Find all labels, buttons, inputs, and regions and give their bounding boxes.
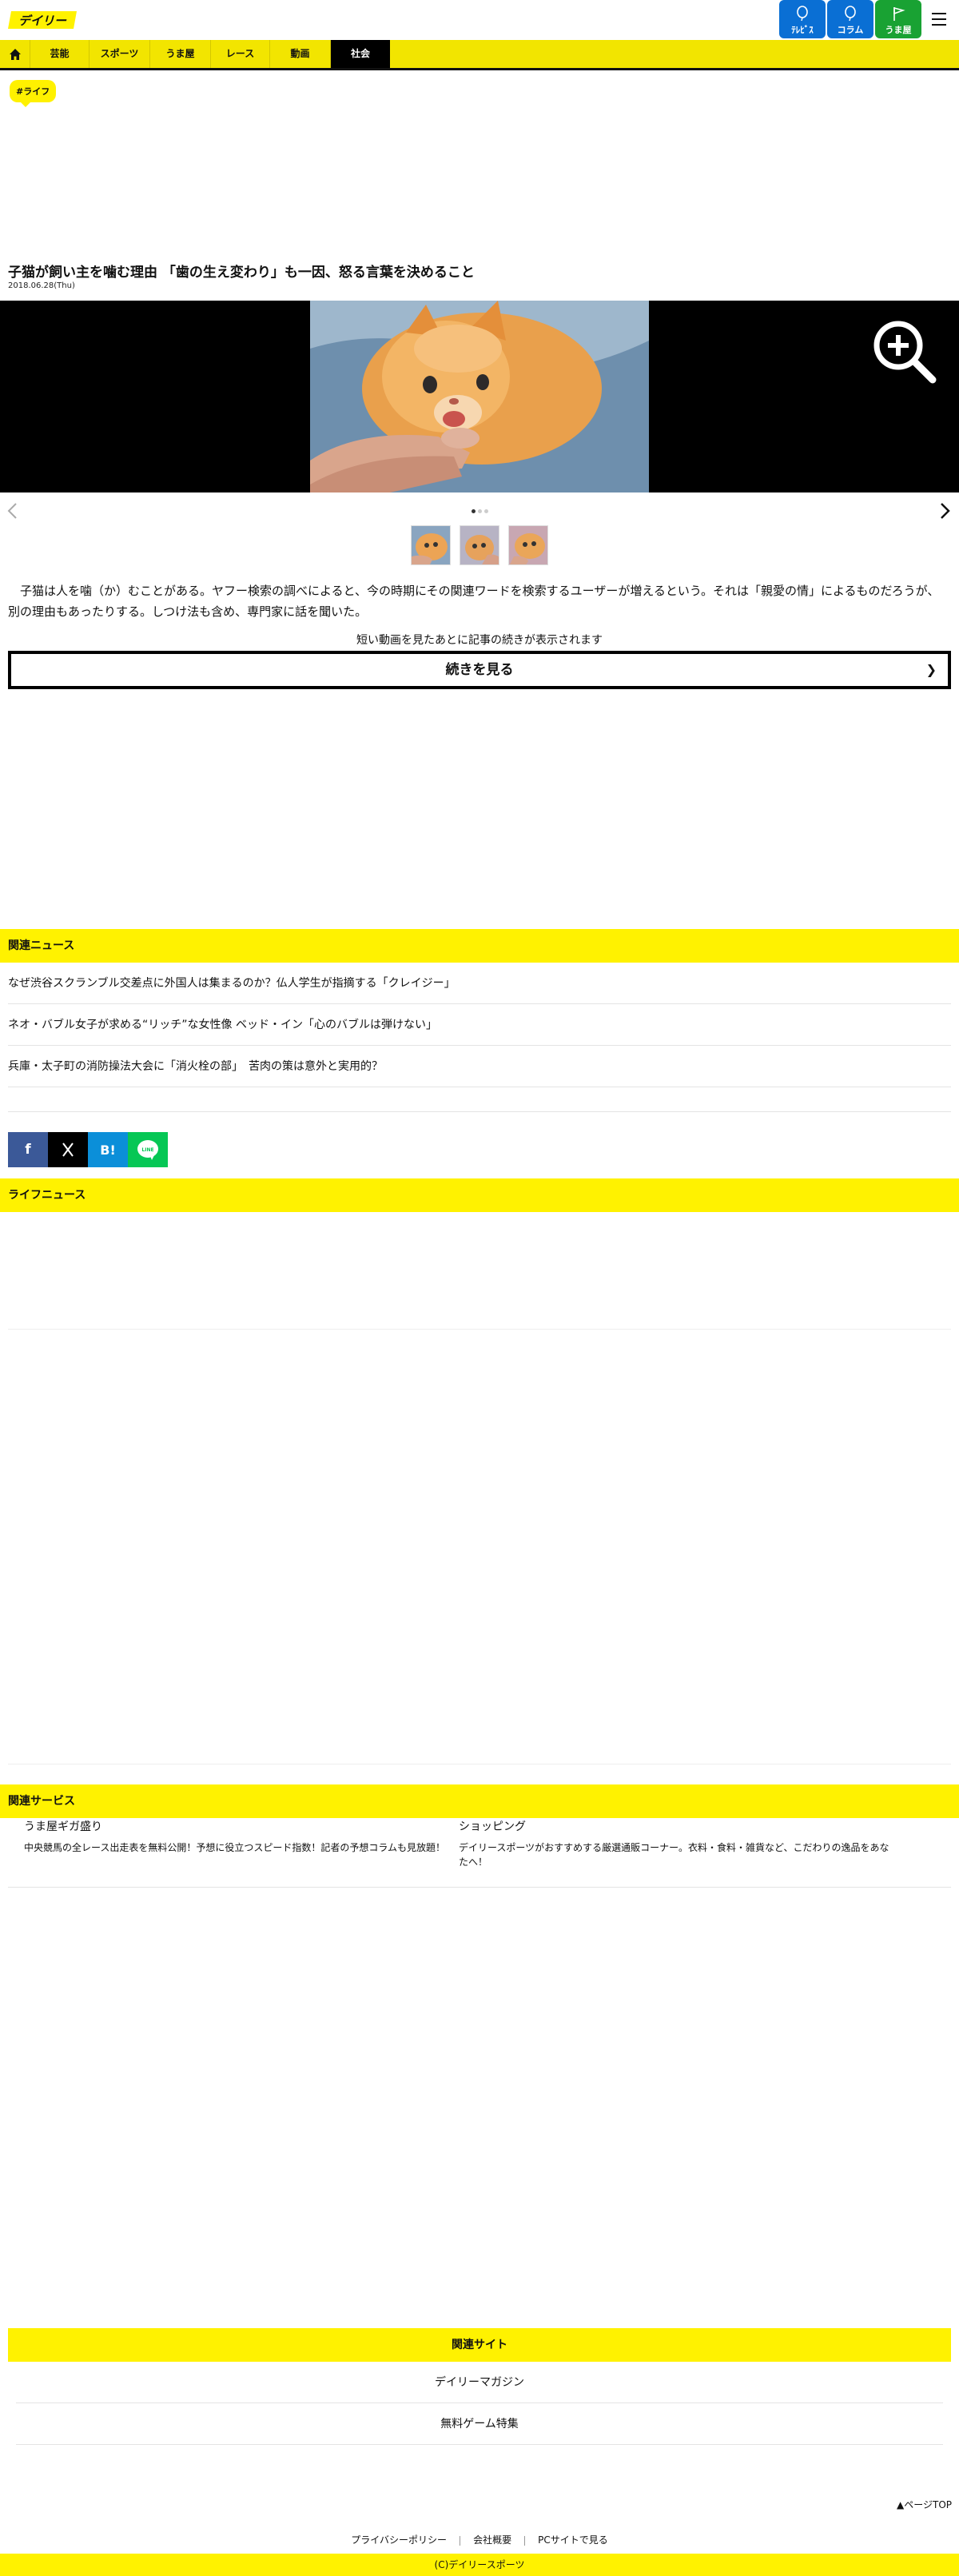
- pagination-dot[interactable]: [478, 509, 482, 513]
- related-news-item[interactable]: ネオ・バブル女子が求める“リッチ”な女性像 ベッド・イン「心のバブルは弾けない」: [8, 1004, 951, 1046]
- service-desc: デイリースポーツがおすすめする厳選通販コーナー。衣料・食料・雑貨など、こだわりの…: [459, 1842, 889, 1868]
- life-news-heading: ライフニュース: [0, 1178, 959, 1212]
- site-header: デイリー ﾃﾚﾋﾞｽ コラム うま屋: [0, 0, 959, 40]
- footer-links: プライバシーポリシー 会社概要 PCサイトで見る: [0, 2533, 959, 2546]
- hamburger-menu-icon[interactable]: [932, 13, 946, 26]
- header-button-label: コラム: [837, 25, 864, 35]
- article-lead: 子猫は人を噛（か）むことがある。ヤフー検索の調べによると、今の時期にその関連ワー…: [8, 584, 940, 619]
- gallery-thumbnail-1[interactable]: [411, 525, 451, 565]
- gallery-prev-icon[interactable]: [6, 502, 18, 520]
- header-button-column[interactable]: コラム: [827, 0, 873, 38]
- privacy-policy-link[interactable]: プライバシーポリシー: [351, 2534, 447, 2546]
- home-icon: [9, 49, 21, 60]
- zoom-in-icon[interactable]: [871, 318, 937, 384]
- category-tag[interactable]: #ライフ: [10, 80, 57, 107]
- gallery-thumbnail-2[interactable]: [460, 525, 499, 565]
- nav-item-race[interactable]: レース: [211, 40, 270, 68]
- header-button-label: うま屋: [885, 25, 912, 35]
- gallery-next-icon[interactable]: [940, 502, 951, 520]
- service-umaya-giga[interactable]: うま屋ギガ盛り 中央競馬の全レース出走表を無料公開！予想に役立つスピード指数！記…: [24, 1818, 456, 1855]
- related-sites-heading: 関連サイト: [8, 2328, 951, 2362]
- facebook-share-button[interactable]: f: [8, 1132, 48, 1167]
- balloon-icon: [845, 6, 856, 22]
- related-services-heading: 関連サービス: [0, 1784, 959, 1818]
- hatena-bookmark-icon: B!: [100, 1142, 116, 1158]
- svg-text:デイリー: デイリー: [18, 14, 67, 28]
- daily-logo[interactable]: デイリー: [8, 10, 77, 30]
- gallery-thumbnail-3[interactable]: [508, 525, 548, 565]
- category-nav: 芸能 スポーツ うま屋 レース 動画 社会: [0, 40, 959, 70]
- svg-text:B!: B!: [100, 1142, 116, 1158]
- copyright: (C)デイリースポーツ: [0, 2554, 959, 2576]
- photo-gallery[interactable]: [0, 301, 959, 492]
- line-icon: LINE: [137, 1140, 158, 1160]
- hatena-share-button[interactable]: B!: [88, 1132, 128, 1167]
- related-news-item[interactable]: 兵庫・太子町の消防操法大会に「消火栓の部」 苦肉の策は意外と実用的？: [8, 1046, 951, 1087]
- service-shopping[interactable]: ショッピング デイリースポーツがおすすめする厳選通販コーナー。衣料・食料・雑貨な…: [459, 1818, 890, 1869]
- flag-icon: [893, 6, 905, 21]
- read-more-label: 続きを見る: [445, 662, 514, 678]
- divider: [8, 1764, 951, 1765]
- nav-item-umaya[interactable]: うま屋: [150, 40, 211, 68]
- divider: [8, 1111, 951, 1112]
- kitten-photo: [310, 301, 649, 492]
- read-more-button[interactable]: 続きを見る ❯: [8, 651, 951, 689]
- service-name: うま屋ギガ盛り: [24, 1820, 102, 1833]
- header-button-umaya[interactable]: うま屋: [875, 0, 921, 38]
- pc-site-link[interactable]: PCサイトで見る: [538, 2534, 608, 2546]
- nav-item-sports[interactable]: スポーツ: [90, 40, 150, 68]
- service-name: ショッピング: [459, 1820, 526, 1833]
- pagination-dot-active[interactable]: [472, 509, 476, 513]
- page-top-link[interactable]: ▲ページTOP: [897, 2498, 952, 2511]
- article-date: 2018.06.28(Thu): [8, 281, 75, 290]
- nav-item-society[interactable]: 社会: [331, 40, 390, 68]
- header-button-tv[interactable]: ﾃﾚﾋﾞｽ: [779, 0, 826, 38]
- nav-item-geinou[interactable]: 芸能: [30, 40, 90, 68]
- divider: [8, 1887, 951, 1888]
- svg-text:f: f: [25, 1142, 31, 1158]
- balloon-icon: [797, 6, 808, 22]
- service-desc: 中央競馬の全レース出走表を無料公開！予想に役立つスピード指数！記者の予想コラムも…: [24, 1842, 446, 1853]
- svg-text:LINE: LINE: [141, 1147, 153, 1153]
- divider: [8, 1329, 951, 1330]
- company-link[interactable]: 会社概要: [473, 2534, 511, 2546]
- related-news-heading: 関連ニュース: [0, 929, 959, 963]
- chevron-right-icon: ❯: [925, 662, 937, 677]
- article-title: 子猫が飼い主を噛む理由 「歯の生え変わり」も一因、怒る言葉を決めること: [8, 265, 475, 281]
- header-button-label: ﾃﾚﾋﾞｽ: [791, 25, 814, 35]
- related-news-item[interactable]: なぜ渋谷スクランブル交差点に外国人は集まるのか？仏人学生が指摘する「クレイジー」: [8, 963, 951, 1004]
- x-icon: [62, 1142, 74, 1157]
- related-site-link[interactable]: 無料ゲーム特集: [16, 2403, 943, 2445]
- gallery-pagination: [472, 509, 491, 514]
- nav-home[interactable]: [0, 40, 30, 68]
- x-share-button[interactable]: [48, 1132, 88, 1167]
- pagination-dot[interactable]: [484, 509, 488, 513]
- more-note: 短い動画を見たあとに記事の続きが表示されます: [356, 634, 603, 647]
- related-site-link[interactable]: デイリーマガジン: [16, 2362, 943, 2403]
- line-share-button[interactable]: LINE: [128, 1132, 168, 1167]
- facebook-icon: f: [25, 1142, 31, 1158]
- nav-item-video[interactable]: 動画: [270, 40, 331, 68]
